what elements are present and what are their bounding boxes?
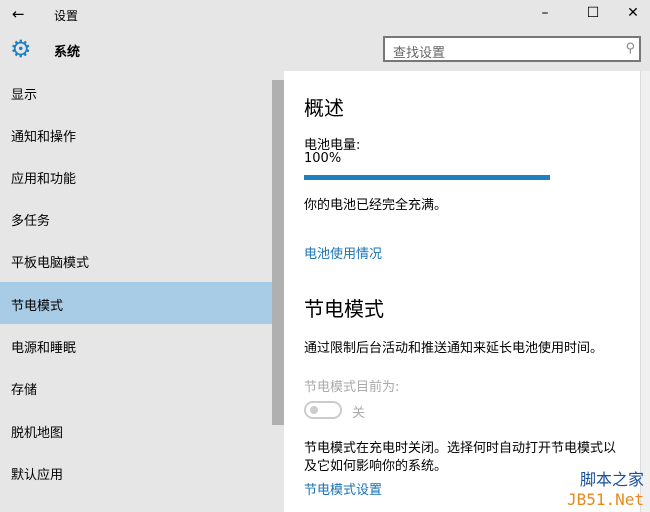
sidebar: 显示 通知和操作 应用和功能 多任务 平板电脑模式 节电模式 电源和睡眠 存储 …	[0, 71, 284, 512]
sidebar-item-offline-maps[interactable]: 脱机地图	[0, 409, 272, 451]
maximize-button[interactable]: ☐	[578, 5, 608, 21]
sidebar-scrollbar[interactable]	[272, 80, 284, 425]
sidebar-item-multitasking[interactable]: 多任务	[0, 197, 272, 239]
battery-saver-toggle[interactable]	[304, 401, 342, 419]
battery-status: 你的电池已经完全充满。	[304, 198, 448, 213]
battery-saver-note-2: 及它如何影响你的系统。	[304, 459, 448, 474]
toggle-state: 关	[352, 406, 366, 421]
minimize-button[interactable]: –	[530, 5, 560, 21]
battery-saver-description: 通过限制后台活动和推送通知来延长电池使用时间。	[304, 341, 604, 356]
search-input[interactable]: 查找设置 ⚲	[383, 36, 641, 62]
battery-progress-bar	[304, 175, 550, 180]
watermark: 脚本之家 JB51.Net	[567, 470, 644, 510]
sidebar-item-storage[interactable]: 存储	[0, 366, 272, 408]
battery-saver-settings-link[interactable]: 节电模式设置	[304, 479, 382, 498]
watermark-line2: JB51.Net	[566, 490, 644, 509]
title-bar: ← 设置 – ☐ ✕	[0, 0, 650, 30]
sidebar-item-notifications[interactable]: 通知和操作	[0, 113, 272, 155]
gear-icon: ⚙	[10, 35, 32, 63]
battery-usage-link[interactable]: 电池使用情况	[304, 243, 382, 262]
content-scrollbar[interactable]	[640, 71, 650, 512]
back-button[interactable]: ←	[12, 5, 25, 23]
sidebar-item-apps[interactable]: 应用和功能	[0, 155, 272, 197]
battery-saver-status-label: 节电模式目前为:	[304, 380, 400, 395]
sidebar-item-display[interactable]: 显示	[0, 71, 272, 113]
page-title: 系统	[54, 45, 81, 60]
window-title: 设置	[54, 9, 79, 23]
sidebar-item-tablet-mode[interactable]: 平板电脑模式	[0, 239, 272, 281]
sidebar-item-power-sleep[interactable]: 电源和睡眠	[0, 324, 272, 366]
sidebar-item-battery-saver[interactable]: 节电模式	[0, 282, 272, 324]
toggle-knob	[310, 406, 318, 414]
content-pane: 概述 电池电量: 100% 你的电池已经完全充满。 电池使用情况 节电模式 通过…	[284, 71, 650, 512]
sidebar-item-default-apps[interactable]: 默认应用	[0, 451, 272, 493]
overview-heading: 概述	[304, 96, 344, 120]
search-placeholder: 查找设置	[393, 46, 446, 61]
header: ⚙ 系统 查找设置 ⚲	[0, 30, 650, 70]
battery-saver-heading: 节电模式	[304, 297, 384, 321]
watermark-line1: 脚本之家	[579, 470, 644, 489]
close-button[interactable]: ✕	[618, 5, 648, 21]
battery-value: 100%	[304, 151, 342, 166]
battery-saver-note-1: 节电模式在充电时关闭。选择何时自动打开节电模式以	[304, 441, 617, 456]
search-icon[interactable]: ⚲	[625, 41, 635, 56]
